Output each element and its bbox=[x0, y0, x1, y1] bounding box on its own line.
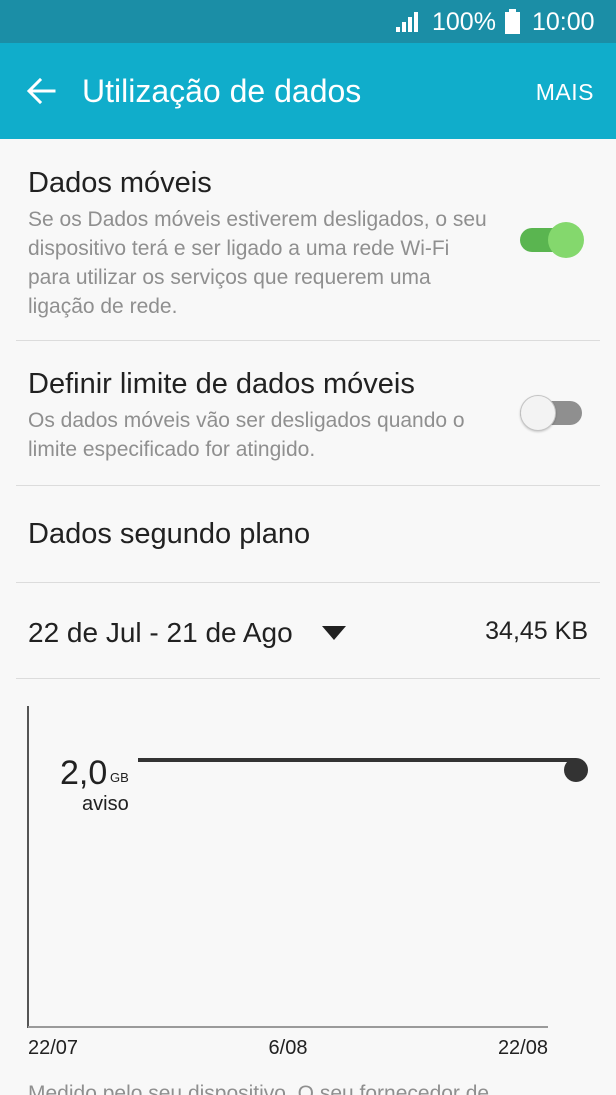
warning-label: aviso bbox=[82, 793, 129, 815]
data-usage-chart: 2,0 GB aviso 22/07 6/08 22/08 bbox=[27, 706, 588, 1059]
back-arrow-icon[interactable] bbox=[26, 77, 56, 105]
signal-icon bbox=[396, 12, 418, 32]
footer-note: Medido pelo seu dispositivo. O seu forne… bbox=[28, 1082, 490, 1095]
x-tick-label: 22/07 bbox=[28, 1037, 78, 1059]
mobile-data-setting[interactable]: Dados móveis Se os Dados móveis estivere… bbox=[0, 139, 616, 340]
x-tick-label: 6/08 bbox=[269, 1037, 308, 1059]
warning-unit: GB bbox=[110, 770, 129, 785]
divider bbox=[16, 678, 600, 679]
setting-description: Os dados móveis vão ser desligados quand… bbox=[28, 409, 465, 461]
setting-description: Se os Dados móveis estiverem desligados,… bbox=[28, 208, 487, 318]
warning-handle[interactable] bbox=[564, 758, 588, 782]
setting-title: Definir limite de dados móveis bbox=[28, 368, 415, 400]
data-limit-setting[interactable]: Definir limite de dados móveis Os dados … bbox=[0, 341, 616, 485]
setting-title: Dados segundo plano bbox=[28, 518, 311, 550]
dropdown-arrow-icon[interactable] bbox=[322, 626, 346, 640]
app-bar: Utilização de dados MAIS bbox=[0, 43, 616, 139]
data-usage-total: 34,45 KB bbox=[485, 617, 588, 645]
battery-percent: 100% bbox=[432, 8, 496, 36]
status-bar: 100% 10:00 bbox=[0, 0, 616, 43]
mobile-data-toggle[interactable] bbox=[520, 220, 584, 260]
clock: 10:00 bbox=[532, 8, 595, 36]
more-button[interactable]: MAIS bbox=[536, 79, 594, 106]
divider bbox=[16, 582, 600, 583]
page-title: Utilização de dados bbox=[82, 73, 362, 109]
setting-title: Dados móveis bbox=[28, 167, 212, 199]
data-limit-toggle[interactable] bbox=[520, 393, 584, 433]
battery-icon bbox=[505, 9, 520, 34]
x-tick-label: 22/08 bbox=[498, 1037, 548, 1059]
background-data-setting[interactable]: Dados segundo plano bbox=[0, 486, 616, 582]
cycle-range-label[interactable]: 22 de Jul - 21 de Ago bbox=[28, 617, 293, 649]
warning-value: 2,0 bbox=[60, 754, 107, 792]
